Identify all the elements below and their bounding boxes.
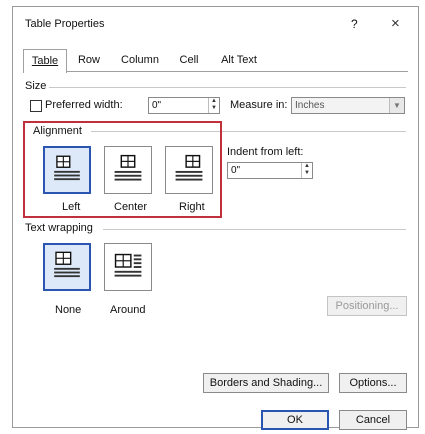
tab-cell-label: Cell	[179, 54, 199, 66]
indent-spinner[interactable]: ▲ ▼	[301, 163, 312, 178]
wrap-around-icon	[114, 253, 142, 277]
wrap-none-label: None	[55, 304, 82, 316]
indent-from-left-value: 0"	[231, 165, 241, 176]
measure-in-dropdown[interactable]: Inches ▼	[291, 97, 405, 114]
table-properties-dialog: Table Properties ? × Table Row Column Ce…	[12, 6, 419, 430]
wrap-none-icon	[54, 251, 80, 278]
indent-from-left-field[interactable]: 0" ▲ ▼	[227, 162, 313, 179]
preferred-width-value: 0"	[152, 100, 162, 111]
options-button[interactable]: Options...	[339, 373, 407, 393]
borders-and-shading-button[interactable]: Borders and Shading...	[203, 373, 329, 393]
preferred-width-checkbox[interactable]	[30, 100, 42, 112]
chevron-down-icon: ▼	[389, 98, 404, 113]
size-divider	[25, 87, 406, 88]
measure-in-value: Inches	[295, 100, 325, 111]
preferred-width-spinner[interactable]: ▲ ▼	[208, 98, 219, 113]
tab-alt-text-label: Alt Text	[221, 54, 257, 66]
tab-column[interactable]: Column	[113, 49, 167, 71]
preferred-width-field[interactable]: 0" ▲ ▼	[148, 97, 220, 114]
tab-divider	[23, 71, 408, 72]
ok-button[interactable]: OK	[261, 410, 329, 430]
tab-table[interactable]: Table	[23, 49, 67, 73]
tab-column-label: Column	[121, 54, 159, 66]
dialog-title: Table Properties	[25, 18, 105, 30]
indent-from-left-label: Indent from left:	[227, 146, 304, 158]
tab-alt-text[interactable]: Alt Text	[211, 49, 267, 71]
tab-table-label: Table	[31, 55, 59, 67]
size-section-label: Size	[25, 80, 50, 92]
preferred-width-label: Preferred width:	[45, 99, 123, 111]
measure-in-label: Measure in:	[230, 99, 288, 111]
text-wrapping-divider	[103, 229, 406, 230]
tab-row[interactable]: Row	[69, 49, 109, 71]
text-wrapping-section-label: Text wrapping	[25, 222, 96, 234]
alignment-highlight-box	[23, 121, 222, 218]
help-button[interactable]: ?	[351, 17, 358, 31]
wrap-around-button[interactable]	[104, 243, 152, 291]
cancel-button[interactable]: Cancel	[339, 410, 407, 430]
title-bar: Table Properties ? ×	[13, 7, 418, 39]
positioning-button[interactable]: Positioning...	[327, 296, 407, 316]
wrap-around-label: Around	[110, 304, 146, 316]
tab-row-label: Row	[77, 54, 100, 66]
wrap-none-button[interactable]	[43, 243, 91, 291]
tab-cell[interactable]: Cell	[171, 49, 207, 71]
close-button[interactable]: ×	[391, 15, 400, 32]
